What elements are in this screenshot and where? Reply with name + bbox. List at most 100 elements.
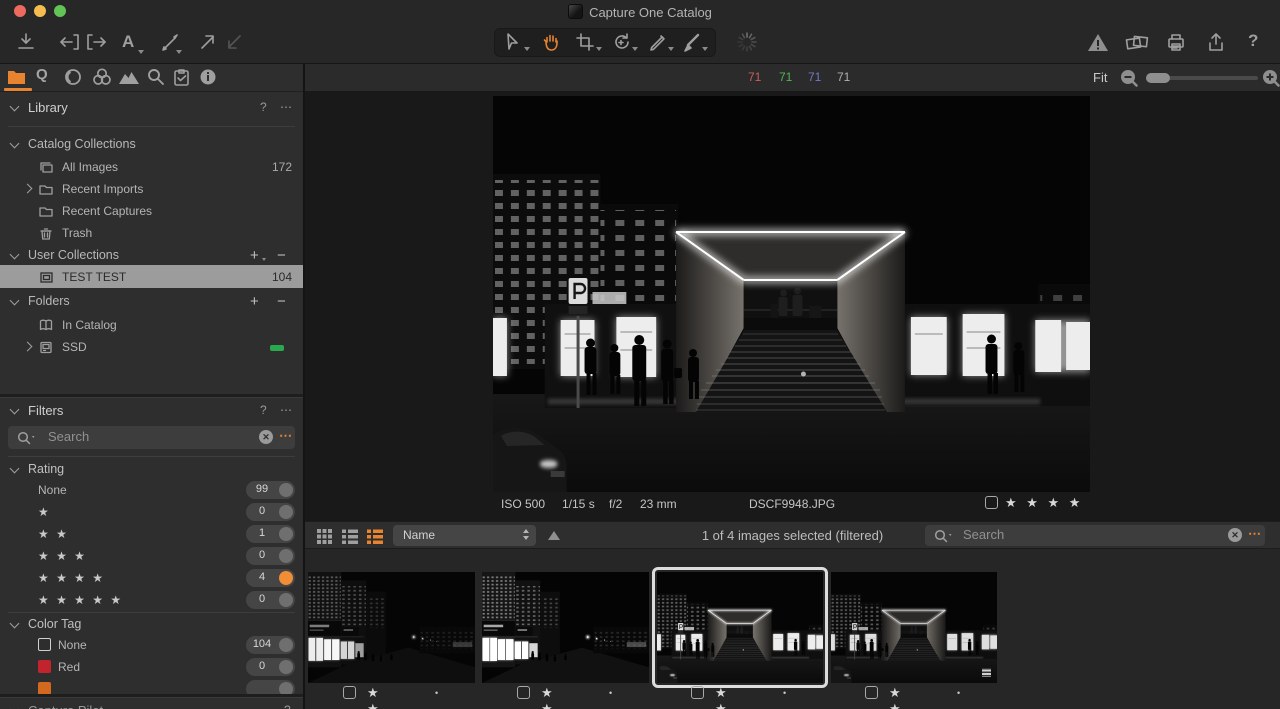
thumb-star-rating[interactable]: ★ ★ ★ ★ xyxy=(715,685,730,709)
sort-by-select[interactable]: Name xyxy=(393,525,536,546)
browser-search-input[interactable] xyxy=(961,526,1215,543)
tab-quick-icon[interactable]: Q xyxy=(36,66,60,86)
print-icon[interactable] xyxy=(1164,31,1188,53)
filters-header[interactable]: Filters ? ⋯ xyxy=(0,400,303,420)
tab-exposure-icon[interactable] xyxy=(117,67,141,87)
main-photo[interactable] xyxy=(493,96,1090,492)
library-more-button[interactable]: ⋯ xyxy=(280,100,293,114)
thumb-star-rating[interactable]: ★ ★ ★ ★ xyxy=(889,685,904,709)
sidebar-item-recent-captures[interactable]: Recent Captures xyxy=(0,200,303,222)
select-checkbox[interactable] xyxy=(865,686,878,699)
toggle-knob-active[interactable] xyxy=(279,571,293,585)
filters-more-button[interactable]: ⋯ xyxy=(280,403,293,417)
zoom-in-icon[interactable] xyxy=(1261,68,1280,87)
filter-rating-1[interactable]: ★ 0 xyxy=(0,501,303,523)
filters-help-button[interactable]: ? xyxy=(260,403,267,417)
pan-tool-icon[interactable] xyxy=(540,31,562,53)
rating-count-toggle[interactable]: 0 xyxy=(246,503,295,521)
thumbnail-4[interactable] xyxy=(831,572,997,683)
capture-pilot-header[interactable]: Capture Pilot ? xyxy=(0,700,303,709)
add-collection-button[interactable]: + xyxy=(250,247,259,264)
add-collection-caret-icon[interactable] xyxy=(262,258,266,261)
zoom-out-icon[interactable] xyxy=(1119,68,1139,87)
rating-count-toggle[interactable]: 1 xyxy=(246,525,295,543)
remove-collection-button[interactable]: − xyxy=(277,247,286,264)
color-count-toggle[interactable]: 0 xyxy=(246,658,295,676)
copy-adjustments-prev-icon[interactable] xyxy=(56,30,82,54)
collapse-chevron-icon[interactable] xyxy=(10,619,20,629)
thumbnail-3-selected[interactable] xyxy=(652,567,828,688)
toggle-knob[interactable] xyxy=(279,549,293,563)
rating-count-toggle[interactable]: 4 xyxy=(246,569,295,587)
browser-search-box[interactable]: ✕ ⋯ xyxy=(925,525,1265,546)
toggle-knob[interactable] xyxy=(279,638,293,652)
annotations-icon[interactable]: A xyxy=(122,32,134,52)
tab-color-icon[interactable] xyxy=(90,67,114,87)
filter-rating-none[interactable]: None 99 xyxy=(0,479,303,501)
pick-color-tool-icon[interactable] xyxy=(680,31,702,53)
select-tool-icon[interactable] xyxy=(502,31,524,53)
search-options-button[interactable]: ⋯ xyxy=(279,428,293,444)
sidebar-item-all-images[interactable]: All Images 172 xyxy=(0,156,303,178)
warning-icon[interactable] xyxy=(1086,31,1110,53)
tab-details-icon[interactable] xyxy=(145,67,169,87)
remove-folder-button[interactable]: − xyxy=(277,293,286,310)
tab-metadata-icon[interactable] xyxy=(198,67,222,87)
spot-tool-caret-icon[interactable] xyxy=(668,47,674,51)
filter-rating-3[interactable]: ★ ★ ★ 0 xyxy=(0,545,303,567)
add-folder-button[interactable]: + xyxy=(250,293,259,310)
color-count-toggle[interactable]: 104 xyxy=(246,636,295,654)
expand-chevron-icon[interactable] xyxy=(23,342,33,352)
filmstrip-view-icon[interactable] xyxy=(366,528,384,544)
zoom-slider-thumb[interactable] xyxy=(1146,73,1170,83)
search-options-button[interactable]: ⋯ xyxy=(1248,526,1262,542)
library-header[interactable]: Library ? ⋯ xyxy=(0,97,303,117)
collapse-chevron-icon[interactable] xyxy=(10,405,20,415)
collapse-chevron-icon[interactable] xyxy=(10,250,20,260)
collapse-chevron-icon[interactable] xyxy=(10,296,20,306)
rotate-tool-icon[interactable] xyxy=(610,31,632,53)
crop-tool-caret-icon[interactable] xyxy=(596,47,602,51)
thumb-star-rating[interactable]: ★ ★ ★ ★ xyxy=(541,685,556,709)
grid-view-icon[interactable] xyxy=(316,528,333,544)
tab-library-folder-icon[interactable] xyxy=(6,67,30,87)
tab-adjustments-icon[interactable] xyxy=(171,67,195,87)
tab-styles-icon[interactable] xyxy=(62,67,86,87)
select-checkbox[interactable] xyxy=(691,686,704,699)
export-icon[interactable] xyxy=(1204,31,1228,53)
toggle-knob[interactable] xyxy=(279,483,293,497)
thumbnail-2[interactable] xyxy=(482,572,649,683)
brush-caret-icon[interactable] xyxy=(176,50,182,54)
collapse-chevron-icon[interactable] xyxy=(10,705,20,709)
color-tag-header[interactable]: Color Tag xyxy=(0,614,303,634)
sidebar-item-ssd[interactable]: SSD xyxy=(0,336,303,358)
filters-search-box[interactable]: ✕ ⋯ xyxy=(8,426,295,449)
thumb-star-rating[interactable]: ★ ★ ★ ★ xyxy=(367,685,382,709)
sidebar-item-test-test[interactable]: TEST TEST 104 xyxy=(0,265,303,288)
select-checkbox[interactable] xyxy=(343,686,356,699)
color-tag-dot[interactable]: • xyxy=(783,688,786,698)
list-view-icon[interactable] xyxy=(341,528,359,544)
import-icon[interactable] xyxy=(14,30,38,54)
select-checkbox[interactable] xyxy=(517,686,530,699)
color-tag-dot[interactable]: • xyxy=(957,688,960,698)
rating-header[interactable]: Rating xyxy=(0,459,303,479)
filter-rating-2[interactable]: ★ ★ 1 xyxy=(0,523,303,545)
filter-rating-5[interactable]: ★ ★ ★ ★ ★ 0 xyxy=(0,589,303,611)
toggle-knob[interactable] xyxy=(279,527,293,541)
clear-search-icon[interactable]: ✕ xyxy=(1228,528,1242,542)
clear-search-icon[interactable]: ✕ xyxy=(259,430,273,444)
filter-rating-4[interactable]: ★ ★ ★ ★ 4 xyxy=(0,567,303,589)
color-tag-dot[interactable]: • xyxy=(1071,497,1074,507)
sidebar-item-in-catalog[interactable]: In Catalog xyxy=(0,314,303,336)
toggle-knob[interactable] xyxy=(279,660,293,674)
color-tag-dot[interactable]: • xyxy=(435,688,438,698)
select-checkbox[interactable] xyxy=(985,496,998,509)
filter-color-red[interactable]: Red 0 xyxy=(0,656,303,678)
library-help-button[interactable]: ? xyxy=(260,100,267,114)
toggle-knob[interactable] xyxy=(279,593,293,607)
sort-direction-icon[interactable] xyxy=(548,531,560,540)
apply-adjustments-next-icon[interactable] xyxy=(84,30,110,54)
rating-count-toggle[interactable]: 0 xyxy=(246,547,295,565)
crop-tool-icon[interactable] xyxy=(574,31,596,53)
